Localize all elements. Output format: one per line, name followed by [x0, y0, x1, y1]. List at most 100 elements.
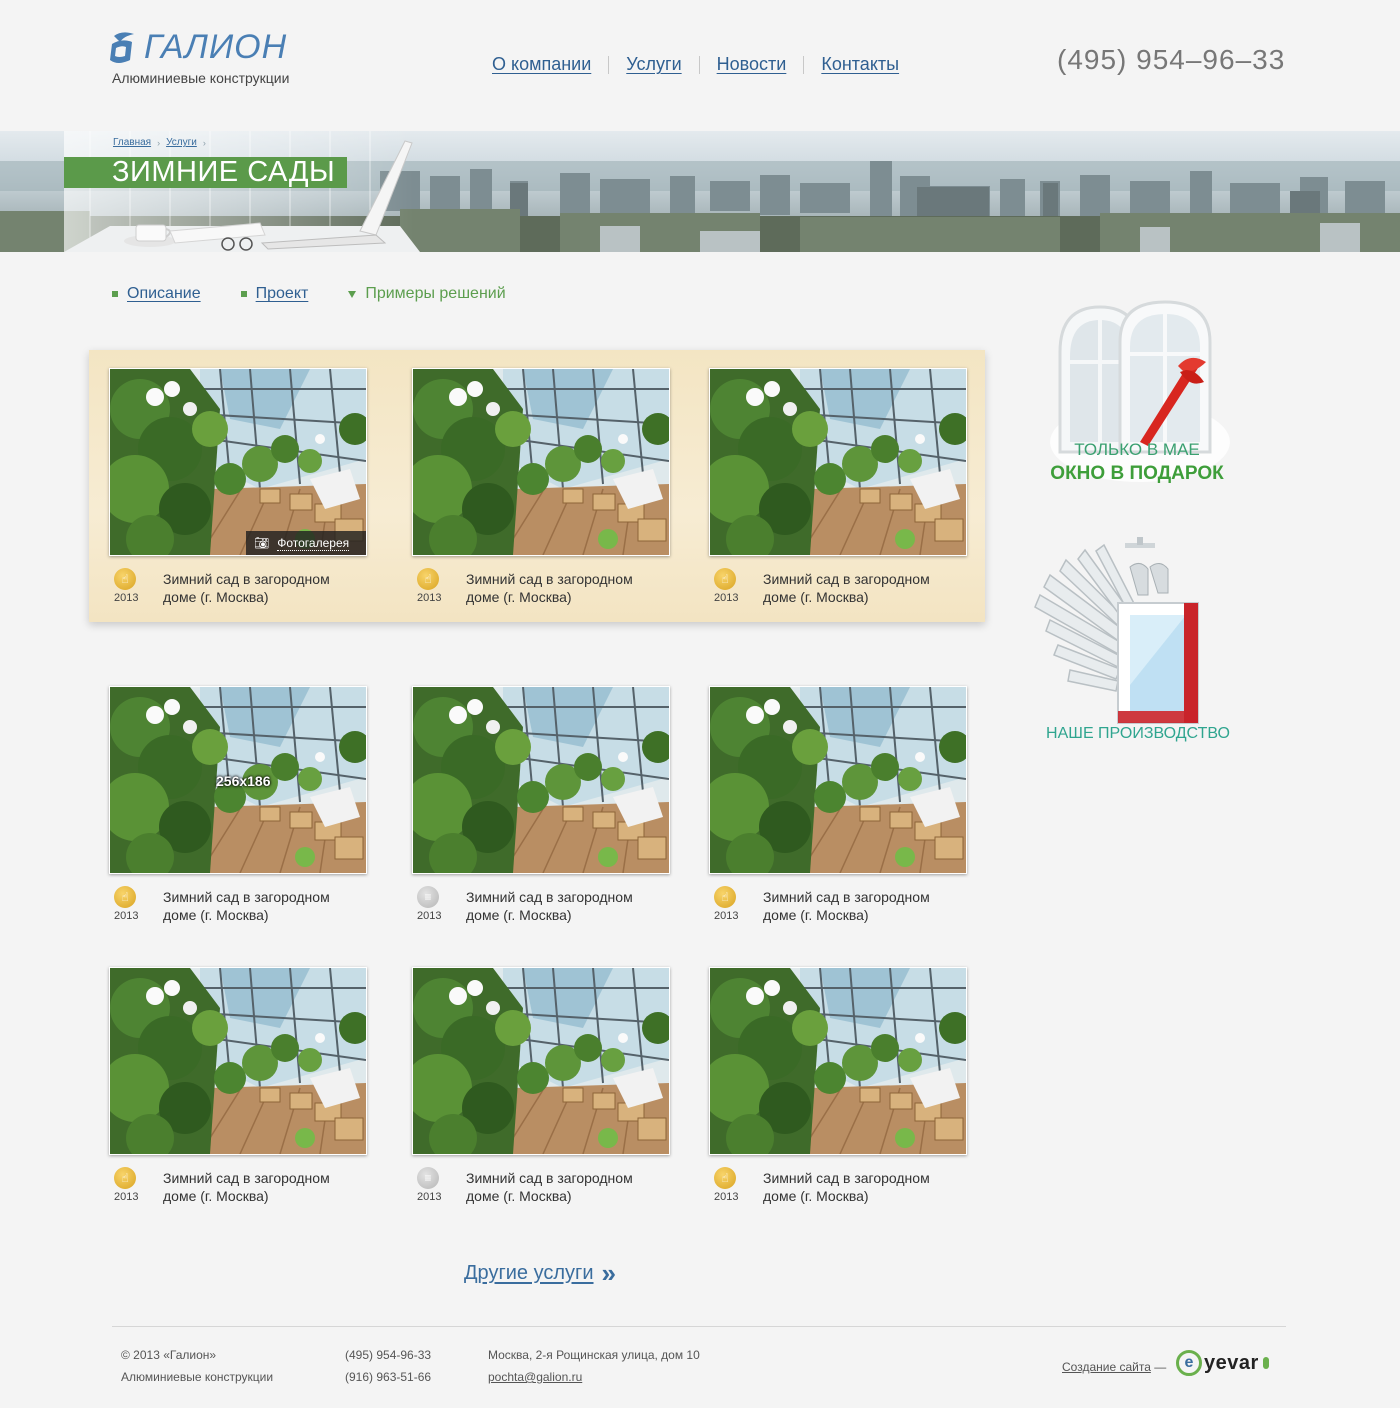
- photo-gallery-label: Фотогалерея: [277, 535, 350, 551]
- tab-description[interactable]: Описание: [112, 285, 201, 303]
- footer-email-wrap: pochta@galion.ru: [488, 1370, 582, 1384]
- gallery-thumbnail[interactable]: [412, 686, 670, 874]
- gallery-card-meta: ☝ 2013 Зимний сад в загородном доме (г. Мо…: [109, 874, 367, 924]
- nav-separator: [803, 55, 805, 74]
- tab-examples-label: Примеры решений: [365, 285, 506, 302]
- double-chevron-right-icon: »: [601, 1258, 616, 1288]
- gallery-card-meta: ☝ 2013 Зимний сад в загородном доме (г. Мо…: [709, 874, 967, 924]
- gallery-card-meta: ☝ 2013 Зимний сад в загородном доме (г. Мо…: [109, 1155, 367, 1205]
- gallery-card-year: 2013: [417, 910, 442, 922]
- gallery-card-caption[interactable]: Зимний сад в загородном доме (г. Москва): [466, 888, 666, 924]
- thumbs-up-icon: ☝: [114, 1167, 136, 1189]
- nav-services[interactable]: Услуги: [626, 54, 681, 75]
- gallery-thumbnail[interactable]: 📷︎ Фотогалерея: [109, 368, 367, 556]
- breadcrumb-home[interactable]: Главная: [113, 137, 151, 148]
- nav-about[interactable]: О компании: [492, 54, 591, 75]
- gallery-card-caption[interactable]: Зимний сад в загородном доме (г. Москва): [763, 570, 963, 606]
- gallery-thumbnail[interactable]: [412, 967, 670, 1155]
- subtabs: Описание Проект Примеры решений: [112, 285, 506, 303]
- sail-icon: [110, 32, 134, 63]
- nav-contacts[interactable]: Контакты: [821, 54, 899, 75]
- tab-project-label[interactable]: Проект: [256, 285, 309, 303]
- logo-name: ГАЛИОН: [144, 28, 288, 66]
- breadcrumb-chevron-icon: ›: [202, 137, 206, 148]
- breadcrumb-chevron-icon: ›: [157, 137, 161, 148]
- other-services-link[interactable]: Другие услуги »: [464, 1260, 616, 1286]
- other-services-label[interactable]: Другие услуги: [464, 1262, 594, 1285]
- gallery-card[interactable]: ≡ 2013 Зимний сад в загородном доме (г. Мо…: [412, 967, 670, 1205]
- gallery-card[interactable]: ≡ 2013 Зимний сад в загородном доме (г. Мо…: [412, 686, 670, 924]
- gallery-card-meta: ≡ 2013 Зимний сад в загородном доме (г. Мо…: [412, 1155, 670, 1205]
- page-title-bar: ЗИМНИЕ САДЫ: [64, 156, 347, 188]
- nav-separator: [698, 55, 700, 74]
- footer-divider: [112, 1326, 1286, 1327]
- gallery-card-meta: ☝ 2013 Зимний сад в загородном доме (г. Мо…: [412, 556, 670, 606]
- gallery-card-caption[interactable]: Зимний сад в загородном доме (г. Москва): [163, 570, 363, 606]
- page-title: ЗИМНИЕ САДЫ: [112, 156, 336, 188]
- gallery-card-year: 2013: [417, 592, 442, 604]
- gallery-thumbnail[interactable]: [709, 368, 967, 556]
- gallery-card[interactable]: ☝ 2013 Зимний сад в загородном доме (г. Мо…: [709, 967, 967, 1205]
- tab-examples[interactable]: Примеры решений: [348, 285, 506, 303]
- gallery-card-caption[interactable]: Зимний сад в загородном доме (г. Москва): [466, 570, 666, 606]
- gallery-card[interactable]: ☝ 2013 Зимний сад в загородном доме (г. Мо…: [709, 368, 967, 606]
- gallery-card-caption[interactable]: Зимний сад в загородном доме (г. Москва): [163, 888, 363, 924]
- footer-company-sub: Алюминиевые конструкции: [121, 1370, 274, 1384]
- tab-description-label[interactable]: Описание: [127, 285, 201, 303]
- gallery-thumbnail[interactable]: [709, 686, 967, 874]
- production-profiles-image[interactable]: [1030, 535, 1240, 730]
- gallery-card-year: 2013: [114, 910, 139, 922]
- logo-subtitle: Алюминиевые конструкции: [112, 70, 290, 86]
- thumbs-up-icon: ☝: [114, 886, 136, 908]
- neutral-icon: ≡: [417, 886, 439, 908]
- nav-separator: [608, 55, 610, 74]
- gallery-thumbnail[interactable]: [709, 967, 967, 1155]
- gallery-card-year: 2013: [114, 592, 139, 604]
- gallery-card[interactable]: 📷︎ Фотогалерея ☝ 2013 Зимний сад в загородно…: [109, 368, 367, 606]
- gallery-card-caption[interactable]: Зимний сад в загородном доме (г. Москва): [466, 1169, 666, 1205]
- window-gift-promo-image[interactable]: [1040, 292, 1240, 492]
- footer-copyright: © 2013 «Галион»: [121, 1348, 217, 1362]
- camera-icon: 📷︎: [254, 536, 270, 550]
- gallery-card-year: 2013: [417, 1191, 442, 1203]
- breadcrumb-services[interactable]: Услуги: [166, 137, 197, 148]
- gallery-card-year: 2013: [114, 1191, 139, 1203]
- square-bullet-icon: [240, 291, 247, 297]
- photo-gallery-button[interactable]: 📷︎ Фотогалерея: [246, 531, 366, 555]
- nav-news[interactable]: Новости: [717, 54, 787, 75]
- gallery-card[interactable]: ☝ 2013 Зимний сад в загородном доме (г. Мо…: [412, 368, 670, 606]
- yevar-e-icon: e: [1176, 1350, 1202, 1376]
- gallery-card-meta: ☝ 2013 Зимний сад в загородном доме (г. Мо…: [709, 1155, 967, 1205]
- gallery-card-year: 2013: [714, 910, 739, 922]
- gallery-thumbnail[interactable]: 256x186: [109, 686, 367, 874]
- promo-gift-line1[interactable]: ТОЛЬКО В МАЕ: [1037, 440, 1237, 460]
- footer-credit-link[interactable]: Создание сайта: [1062, 1360, 1151, 1374]
- neutral-icon: ≡: [417, 1167, 439, 1189]
- gallery-card-caption[interactable]: Зимний сад в загородном доме (г. Москва): [163, 1169, 363, 1205]
- gallery-card-caption[interactable]: Зимний сад в загородном доме (г. Москва): [763, 888, 963, 924]
- thumbs-up-icon: ☝: [417, 568, 439, 590]
- gallery-thumbnail[interactable]: [412, 368, 670, 556]
- gallery-card-caption[interactable]: Зимний сад в загородном доме (г. Москва): [763, 1169, 963, 1205]
- header-phone: (495) 954–96–33: [1057, 44, 1286, 75]
- square-bullet-icon: [112, 291, 118, 297]
- promo-production-label[interactable]: НАШЕ ПРОИЗВОДСТВО: [1030, 725, 1246, 743]
- thumbs-up-icon: ☝: [714, 568, 736, 590]
- yevar-logo[interactable]: e yevar: [1176, 1350, 1269, 1376]
- main-nav: О компании Услуги Новости Контакты: [492, 54, 899, 75]
- gallery-card[interactable]: 256x186 ☝ 2013 Зимний сад в загородном доме…: [109, 686, 367, 924]
- tab-project[interactable]: Проект: [240, 285, 309, 303]
- gallery-card-meta: ☝ 2013 Зимний сад в загородном доме (г. Мо…: [709, 556, 967, 606]
- yevar-mark-icon: [1262, 1357, 1269, 1369]
- gallery-card[interactable]: ☝ 2013 Зимний сад в загородном доме (г. Мо…: [709, 686, 967, 924]
- gallery-thumbnail[interactable]: [109, 967, 367, 1155]
- gallery-card[interactable]: ☝ 2013 Зимний сад в загородном доме (г. Мо…: [109, 967, 367, 1205]
- yevar-wordmark: yevar: [1204, 1351, 1259, 1374]
- footer-phone2: (916) 963-51-66: [345, 1370, 432, 1384]
- gallery-card-meta: ≡ 2013 Зимний сад в загородном доме (г. Мо…: [412, 874, 670, 924]
- footer-email[interactable]: pochta@galion.ru: [488, 1370, 582, 1384]
- city-skyline-image: [0, 131, 1400, 252]
- gallery-card-year: 2013: [714, 1191, 739, 1203]
- footer-address: Москва, 2-я Рощинская улица, дом 10: [488, 1348, 700, 1362]
- promo-gift-line2[interactable]: ОКНО В ПОДАРОК: [1037, 463, 1237, 485]
